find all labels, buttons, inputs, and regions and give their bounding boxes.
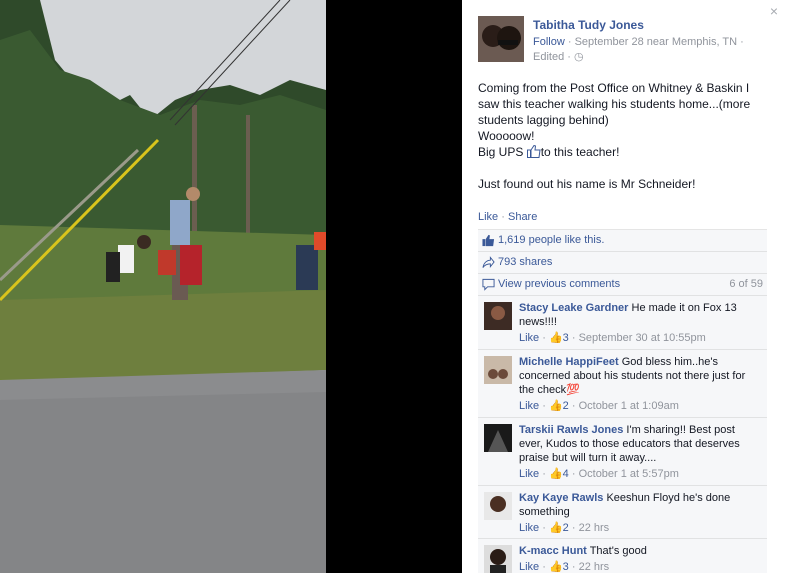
- comment-like-link[interactable]: Like: [519, 400, 539, 412]
- comment-like-link[interactable]: Like: [519, 561, 539, 573]
- edited-label[interactable]: Edited: [533, 51, 564, 63]
- close-icon[interactable]: ×: [770, 3, 778, 19]
- comment: Tarskii Rawls Jones I'm sharing!! Best p…: [478, 418, 767, 486]
- comment: K-macc Hunt That's good Like · 👍3 · 22 h…: [478, 539, 767, 573]
- post-photo[interactable]: [0, 0, 326, 573]
- comment-time[interactable]: October 1 at 1:09am: [579, 400, 679, 412]
- post-actions: Like · Share: [478, 211, 537, 223]
- commenter-name[interactable]: Stacy Leake Gardner: [519, 302, 628, 314]
- post-sidebar: × Tabitha Tudy Jones Follow · September …: [462, 0, 786, 573]
- shares-count[interactable]: 793 shares: [498, 256, 552, 268]
- comment: Michelle HappiFeet God bless him..he's c…: [478, 350, 767, 418]
- thumbs-up-icon[interactable]: 👍: [549, 522, 563, 534]
- thumbs-up-icon[interactable]: 👍: [549, 332, 563, 344]
- comment-time[interactable]: September 30 at 10:55pm: [579, 332, 706, 344]
- comment-like-link[interactable]: Like: [519, 522, 539, 534]
- commenter-avatar[interactable]: [484, 545, 512, 573]
- feedback-panel: 1,619 people like this. 793 shares View …: [478, 229, 767, 573]
- globe-icon[interactable]: ◷: [574, 51, 584, 63]
- view-previous-row[interactable]: View previous comments 6 of 59: [478, 274, 767, 296]
- thumbs-up-icon[interactable]: 👍: [549, 561, 563, 573]
- post-paragraph: Big UPS to this teacher!: [478, 144, 753, 160]
- likes-count[interactable]: 1,619 people like this.: [498, 234, 604, 246]
- commenter-avatar[interactable]: [484, 424, 512, 452]
- commenter-avatar[interactable]: [484, 356, 512, 384]
- post-text: Coming from the Post Office on Whitney &…: [478, 80, 753, 192]
- share-arrow-icon: [482, 256, 495, 269]
- commenter-name[interactable]: K-macc Hunt: [519, 545, 587, 557]
- separator: ·: [740, 36, 744, 48]
- comment-pager: 6 of 59: [729, 278, 763, 290]
- commenter-name[interactable]: Michelle HappiFeet: [519, 356, 619, 368]
- shares-summary[interactable]: 793 shares: [478, 252, 767, 274]
- thumbs-up-icon[interactable]: 👍: [549, 468, 563, 480]
- likes-summary[interactable]: 1,619 people like this.: [478, 230, 767, 252]
- commenter-name[interactable]: Kay Kaye Rawls: [519, 492, 603, 504]
- post-meta: Follow · September 28 near Memphis, TN ·…: [533, 35, 773, 65]
- post-paragraph: [478, 160, 753, 176]
- share-link[interactable]: Share: [508, 211, 537, 223]
- follow-link[interactable]: Follow: [533, 36, 565, 48]
- separator: ·: [567, 51, 574, 63]
- comment-bubble-icon: [482, 278, 495, 291]
- commenter-avatar[interactable]: [484, 302, 512, 330]
- author-avatar[interactable]: [478, 16, 524, 62]
- view-previous-comments[interactable]: View previous comments: [498, 278, 620, 290]
- post-date-location[interactable]: September 28 near Memphis, TN: [575, 36, 737, 48]
- comment-text: That's good: [589, 545, 647, 557]
- post-paragraph: Just found out his name is Mr Schneider!: [478, 177, 696, 191]
- comment-meta: Like · 👍3 · September 30 at 10:55pm: [519, 332, 706, 344]
- thumbs-up-icon: [482, 234, 495, 247]
- thumbs-up-icon[interactable]: 👍: [549, 400, 563, 412]
- comment-meta: Like · 👍4 · October 1 at 5:57pm: [519, 468, 679, 480]
- post-paragraph: Wooooow!: [478, 129, 535, 143]
- post-paragraph: Coming from the Post Office on Whitney &…: [478, 81, 751, 127]
- comment-meta: Like · 👍3 · 22 hrs: [519, 561, 610, 573]
- like-link[interactable]: Like: [478, 211, 498, 223]
- comment-time[interactable]: 22 hrs: [579, 561, 610, 573]
- author-name[interactable]: Tabitha Tudy Jones: [533, 18, 773, 32]
- separator: ·: [501, 211, 508, 223]
- post-text-fragment: to this teacher!: [540, 145, 620, 159]
- post-text-fragment: Big UPS: [478, 145, 524, 159]
- comment-meta: Like · 👍2 · October 1 at 1:09am: [519, 400, 679, 412]
- comment-time[interactable]: 22 hrs: [579, 522, 610, 534]
- commenter-name[interactable]: Tarskii Rawls Jones: [519, 424, 623, 436]
- comment-like-link[interactable]: Like: [519, 332, 539, 344]
- comment-meta: Like · 👍2 · 22 hrs: [519, 522, 610, 534]
- thumbs-up-icon: [526, 145, 541, 158]
- comment: Stacy Leake Gardner He made it on Fox 13…: [478, 296, 767, 350]
- photo-viewer: [0, 0, 462, 573]
- commenter-avatar[interactable]: [484, 492, 512, 520]
- comment-like-link[interactable]: Like: [519, 468, 539, 480]
- comment-time[interactable]: October 1 at 5:57pm: [579, 468, 679, 480]
- separator: ·: [567, 36, 575, 48]
- comment: Kay Kaye Rawls Keeshun Floyd he's done s…: [478, 486, 767, 539]
